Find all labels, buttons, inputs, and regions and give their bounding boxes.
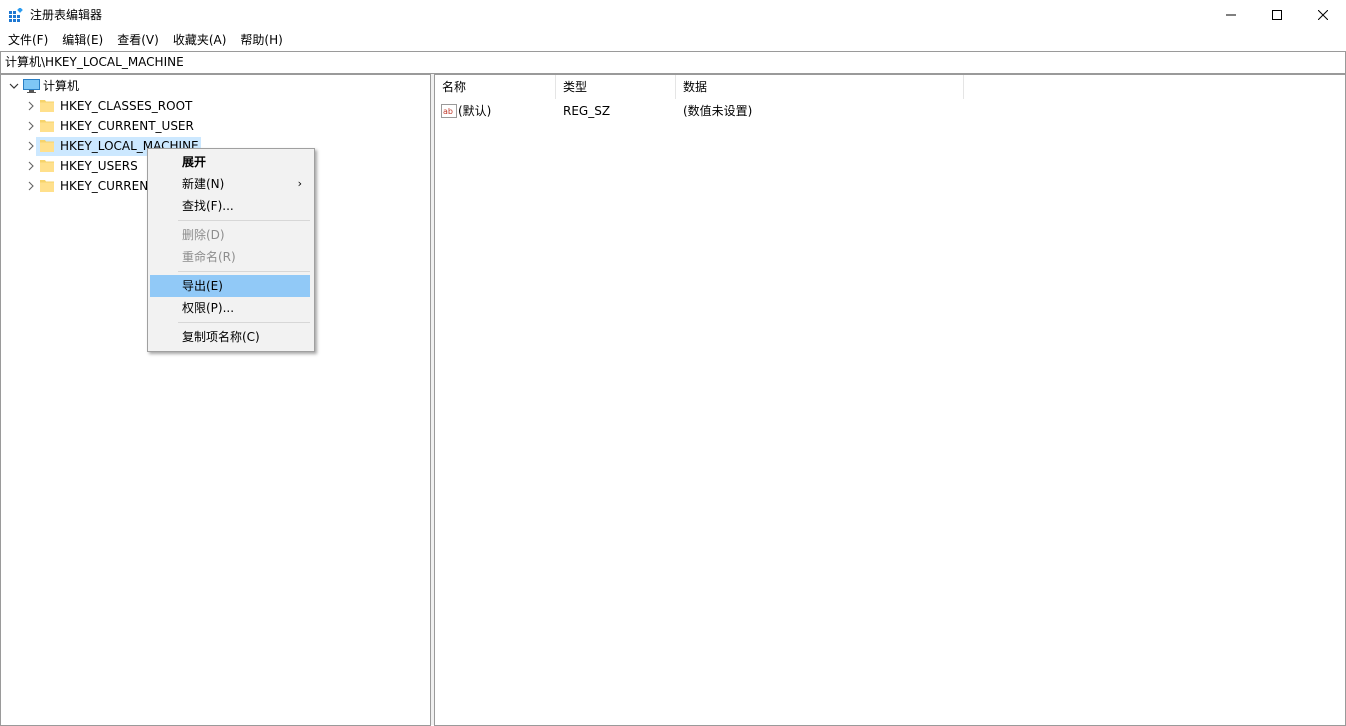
maximize-icon [1272, 10, 1282, 20]
address-bar[interactable]: 计算机\HKEY_LOCAL_MACHINE [0, 51, 1346, 74]
ctx-separator [178, 271, 310, 272]
maximize-button[interactable] [1254, 0, 1300, 30]
tree-label: HKEY_CLASSES_ROOT [60, 99, 193, 113]
ctx-delete-label: 删除(D) [182, 228, 225, 242]
ctx-separator [178, 220, 310, 221]
menu-help[interactable]: 帮助(H) [233, 30, 289, 50]
ctx-expand-label: 展开 [182, 155, 207, 169]
tree-label: HKEY_USERS [60, 159, 138, 173]
ctx-find-label: 查找(F)... [182, 199, 234, 213]
folder-icon [40, 100, 54, 112]
ctx-delete[interactable]: 删除(D) [150, 224, 310, 246]
ctx-new[interactable]: 新建(N) › [150, 173, 310, 195]
value-name: (默认) [458, 104, 492, 118]
ctx-find[interactable]: 查找(F)... [150, 195, 310, 217]
menu-favorites[interactable]: 收藏夹(A) [166, 30, 234, 50]
list-row[interactable]: ab (默认) REG_SZ (数值未设置) [435, 100, 1135, 122]
ctx-copy-key-name-label: 复制项名称(C) [182, 330, 260, 344]
submenu-arrow-icon: › [297, 177, 302, 190]
ctx-rename[interactable]: 重命名(R) [150, 246, 310, 268]
address-path: 计算机\HKEY_LOCAL_MACHINE [5, 55, 184, 69]
column-header-name[interactable]: 名称 [435, 75, 556, 99]
values-list-pane[interactable]: 名称 类型 数据 ab (默认) REG_SZ (数值未设置) [434, 74, 1346, 726]
computer-icon [23, 79, 40, 93]
ctx-rename-label: 重命名(R) [182, 250, 236, 264]
minimize-icon [1226, 14, 1236, 16]
chevron-right-icon[interactable] [26, 121, 36, 131]
chevron-right-icon[interactable] [26, 141, 36, 151]
chevron-down-icon[interactable] [9, 81, 19, 91]
folder-icon [40, 120, 54, 132]
minimize-button[interactable] [1208, 0, 1254, 30]
menu-file[interactable]: 文件(F) [0, 30, 55, 50]
column-header-data[interactable]: 数据 [676, 75, 964, 99]
folder-icon [40, 180, 54, 192]
ctx-permissions[interactable]: 权限(P)... [150, 297, 310, 319]
title-bar: 注册表编辑器 [0, 0, 1346, 30]
ctx-export-label: 导出(E) [182, 279, 223, 293]
value-data: (数值未设置) [683, 104, 753, 118]
folder-icon [40, 160, 54, 172]
window-title: 注册表编辑器 [30, 8, 103, 22]
menu-view[interactable]: 查看(V) [110, 30, 166, 50]
chevron-right-icon[interactable] [26, 181, 36, 191]
svg-text:ab: ab [443, 107, 453, 116]
tree-label: HKEY_CURRENT [60, 179, 156, 193]
close-icon [1318, 10, 1328, 20]
column-header-type[interactable]: 类型 [556, 75, 676, 99]
string-value-icon: ab [441, 104, 457, 118]
value-type: REG_SZ [563, 104, 611, 118]
tree-label: HKEY_CURRENT_USER [60, 119, 194, 133]
registry-editor-window: 注册表编辑器 文件(F) 编辑(E) 查看(V) 收藏夹(A) 帮助(H) 计算… [0, 0, 1346, 726]
ctx-expand[interactable]: 展开 [150, 151, 310, 173]
ctx-copy-key-name[interactable]: 复制项名称(C) [150, 326, 310, 348]
ctx-export[interactable]: 导出(E) [150, 275, 310, 297]
chevron-right-icon[interactable] [26, 161, 36, 171]
registry-editor-icon [9, 8, 23, 22]
ctx-separator [178, 322, 310, 323]
context-menu: 展开 新建(N) › 查找(F)... 删除(D) 重命名(R) 导出(E) 权… [147, 148, 315, 352]
chevron-right-icon[interactable] [26, 101, 36, 111]
menu-bar: 文件(F) 编辑(E) 查看(V) 收藏夹(A) 帮助(H) [0, 30, 1346, 50]
ctx-new-label: 新建(N) [182, 177, 225, 191]
close-button[interactable] [1300, 0, 1346, 30]
ctx-permissions-label: 权限(P)... [182, 301, 235, 315]
folder-icon [40, 140, 54, 152]
tree-label-computer: 计算机 [43, 79, 80, 93]
menu-edit[interactable]: 编辑(E) [55, 30, 110, 50]
